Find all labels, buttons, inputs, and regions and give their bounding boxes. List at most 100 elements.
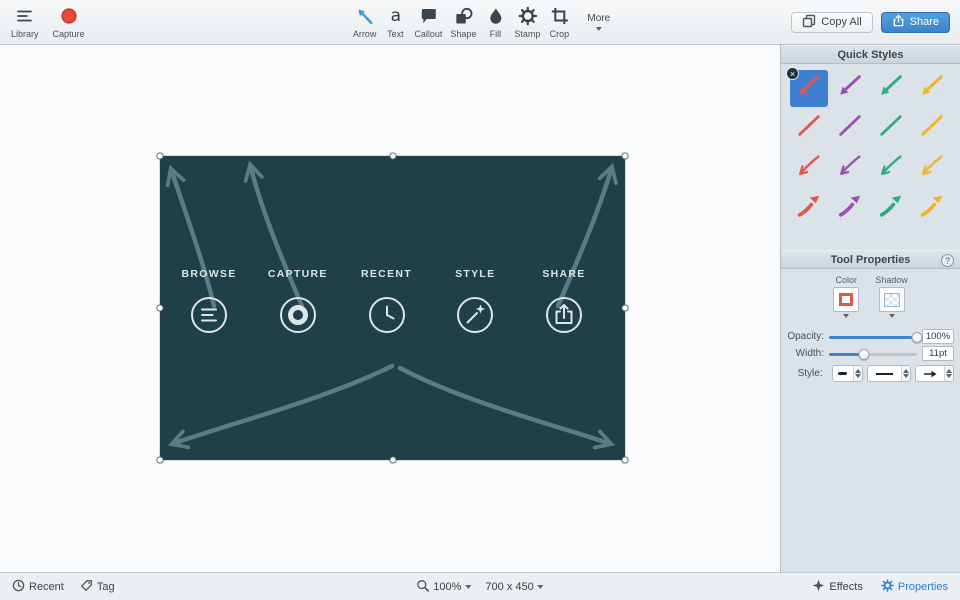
capture-label: Capture: [53, 29, 85, 39]
selection-handle[interactable]: [157, 305, 164, 312]
tool-fill-button[interactable]: Fill: [481, 0, 509, 44]
tool-properties-title: Tool Properties: [831, 254, 911, 266]
opacity-slider[interactable]: [829, 330, 917, 344]
selection-handle[interactable]: [157, 153, 164, 160]
selection-handle[interactable]: [389, 457, 396, 464]
tag-icon: [80, 579, 93, 595]
selection-handle[interactable]: [157, 457, 164, 464]
quick-style-open-2[interactable]: [872, 150, 910, 187]
quick-style-swoosh-0[interactable]: [790, 190, 828, 227]
swatch-row: Color Shadow: [781, 269, 960, 328]
color-label: Color: [835, 275, 857, 285]
stepper-icon[interactable]: [944, 366, 953, 381]
quick-style-open-1[interactable]: [831, 150, 869, 187]
swoosh-arrow-icon: [836, 192, 864, 225]
tool-label: Shape: [450, 29, 476, 39]
quick-style-solid-1[interactable]: [831, 70, 869, 107]
quick-style-line-1[interactable]: [831, 110, 869, 147]
record-icon: [276, 293, 320, 337]
width-slider-thumb[interactable]: [859, 349, 870, 360]
capture-button[interactable]: Capture: [50, 0, 88, 44]
effects-star-icon: [812, 579, 825, 595]
selection-handle[interactable]: [622, 305, 629, 312]
library-button[interactable]: Library: [8, 0, 42, 44]
selection-handle[interactable]: [622, 153, 629, 160]
width-value[interactable]: 11pt: [922, 346, 954, 361]
quick-style-solid-2[interactable]: [872, 70, 910, 107]
opacity-slider-thumb[interactable]: [912, 332, 923, 343]
canvas-area[interactable]: BROWSECAPTURERECENTSTYLESHARE: [0, 45, 780, 572]
capture-record-icon: [59, 6, 79, 26]
line-style-dropdown[interactable]: [867, 365, 912, 382]
canvas-size-control[interactable]: 700 x 450: [485, 581, 543, 593]
callout-tool-icon: [418, 6, 438, 26]
tag-button[interactable]: Tag: [80, 579, 115, 595]
status-left-group: Recent Tag: [0, 579, 115, 595]
tool-stamp-button[interactable]: Stamp: [511, 0, 543, 44]
properties-label: Properties: [898, 581, 948, 593]
tool-shape-button[interactable]: Shape: [447, 0, 479, 44]
recent-button[interactable]: Recent: [12, 579, 64, 595]
quick-style-line-3[interactable]: [913, 110, 951, 147]
width-label: Width:: [781, 348, 829, 359]
properties-button[interactable]: Properties: [881, 579, 948, 595]
shadow-swatch[interactable]: [879, 287, 905, 312]
quick-style-line-0[interactable]: [790, 110, 828, 147]
arrow-end-glyph: [916, 369, 944, 379]
canvas-item-browse: BROWSE: [172, 268, 246, 337]
width-row: Width: 11pt: [781, 345, 960, 362]
opacity-row: Opacity: 100%: [781, 328, 960, 345]
quick-style-open-3[interactable]: [913, 150, 951, 187]
top-toolbar: Library Capture Arrow aTextCallout Shape Fi…: [0, 0, 960, 45]
canvas-item-label: SHARE: [542, 268, 585, 280]
line-ending-end-dropdown[interactable]: [915, 365, 954, 382]
share-button[interactable]: Share: [881, 12, 950, 33]
effects-label: Effects: [829, 581, 862, 593]
tool-crop-button[interactable]: Crop: [545, 0, 573, 44]
copy-all-button[interactable]: Copy All: [791, 12, 872, 33]
quick-style-open-0[interactable]: [790, 150, 828, 187]
line-ending-start-dropdown[interactable]: [832, 365, 863, 382]
more-tools-button[interactable]: More: [587, 0, 610, 44]
selection-handle[interactable]: [389, 153, 396, 160]
line-start-glyph: [833, 372, 853, 375]
canvas-feature-row: BROWSECAPTURERECENTSTYLESHARE: [160, 268, 625, 337]
quick-style-swoosh-1[interactable]: [831, 190, 869, 227]
chevron-down-icon: [465, 585, 471, 589]
canvas-image[interactable]: BROWSECAPTURERECENTSTYLESHARE: [160, 156, 625, 460]
help-button[interactable]: ?: [941, 254, 954, 267]
clock-icon: [12, 579, 25, 595]
opacity-value[interactable]: 100%: [922, 329, 954, 344]
color-swatch-red: [839, 293, 853, 306]
open-arrow-icon: [877, 152, 905, 185]
solid-arrow-icon: [877, 72, 905, 105]
quick-style-solid-3[interactable]: [913, 70, 951, 107]
quick-style-line-2[interactable]: [872, 110, 910, 147]
effects-button[interactable]: Effects: [812, 579, 862, 595]
quick-style-solid-0[interactable]: ×: [790, 70, 828, 107]
color-picker[interactable]: Color: [833, 275, 859, 318]
recent-label: Recent: [29, 581, 64, 593]
stamp-tool-icon: [517, 6, 537, 26]
toolbar-left-group: Library Capture: [0, 0, 88, 44]
canvas-item-label: CAPTURE: [268, 268, 328, 280]
tool-label: Arrow: [353, 29, 377, 39]
selection-handle[interactable]: [622, 457, 629, 464]
quick-style-swoosh-3[interactable]: [913, 190, 951, 227]
fill-tool-icon: [485, 6, 505, 26]
shadow-picker[interactable]: Shadow: [875, 275, 908, 318]
remove-style-badge[interactable]: ×: [786, 67, 799, 80]
shape-tool-icon: [453, 6, 473, 26]
quick-style-swoosh-2[interactable]: [872, 190, 910, 227]
line-arrow-icon: [877, 112, 905, 145]
tool-callout-button[interactable]: Callout: [411, 0, 445, 44]
svg-text:a: a: [390, 6, 400, 26]
stepper-icon[interactable]: [853, 366, 862, 381]
width-slider[interactable]: [829, 347, 917, 361]
color-swatch[interactable]: [833, 287, 859, 312]
tool-text-button[interactable]: aText: [381, 0, 409, 44]
tool-arrow-button[interactable]: Arrow: [350, 0, 380, 44]
chevron-down-icon: [889, 314, 895, 318]
stepper-icon[interactable]: [901, 366, 910, 381]
zoom-control[interactable]: 100%: [416, 579, 471, 595]
